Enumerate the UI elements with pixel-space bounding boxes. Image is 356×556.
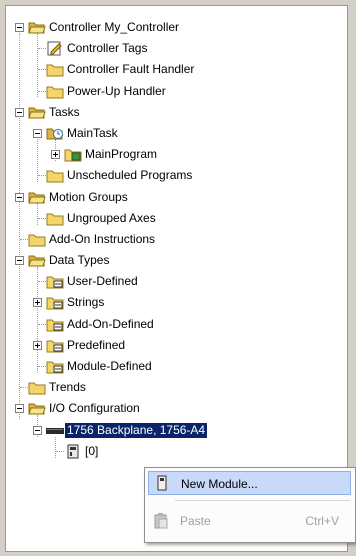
collapse-toggle[interactable] (15, 23, 24, 32)
tree-item-label: Power-Up Handler (67, 83, 166, 98)
paste-label: Paste (180, 514, 211, 528)
tree-item-label: Add-On Instructions (49, 231, 156, 246)
new-module-label: New Module... (181, 477, 258, 491)
paste-shortcut: Ctrl+V (305, 514, 339, 528)
tree-item-controller[interactable]: Controller My_Controller (6, 17, 347, 38)
data-type-folder-icon (46, 317, 64, 332)
tree-item-label: Trends (49, 380, 86, 395)
data-type-folder-icon (46, 359, 64, 374)
tree-item-unscheduled-programs[interactable]: Unscheduled Programs (6, 165, 347, 186)
folder-icon (46, 62, 64, 77)
tree-item-label: [0] (85, 443, 99, 458)
tree-item-label: Strings (67, 295, 105, 310)
tree-item-main-program[interactable]: MainProgram (6, 144, 347, 165)
tree-item-power-up-handler[interactable]: Power-Up Handler (6, 81, 347, 102)
tree-item-user-defined[interactable]: User-Defined (6, 271, 347, 292)
tree-item-label: Controller Tags (67, 41, 148, 56)
tree-item-add-on-defined[interactable]: Add-On-Defined (6, 314, 347, 335)
collapse-toggle[interactable] (15, 107, 24, 117)
collapse-toggle[interactable] (15, 192, 24, 202)
tree-item-io-configuration[interactable]: I/O Configuration (6, 398, 347, 419)
tree-item-label: User-Defined (67, 274, 138, 289)
data-type-folder-icon (46, 295, 64, 310)
tree-item-add-on-instructions[interactable]: Add-On Instructions (6, 229, 347, 250)
folder-icon (46, 211, 64, 226)
data-type-folder-icon (46, 274, 64, 289)
tags-edit-icon (46, 41, 64, 56)
tree-item-label: Predefined (67, 337, 126, 352)
folder-icon (46, 84, 64, 99)
backplane-icon (46, 423, 64, 438)
tree-item-trends[interactable]: Trends (6, 377, 347, 398)
tree-item-label: I/O Configuration (49, 401, 140, 416)
folder-icon (28, 380, 46, 395)
tree-item-ungrouped-axes[interactable]: Ungrouped Axes (6, 208, 347, 229)
data-type-folder-icon (46, 338, 64, 353)
collapse-toggle[interactable] (15, 256, 24, 266)
folder-icon (28, 232, 46, 247)
tree-item-label: Add-On-Defined (67, 316, 154, 331)
tree-item-label: Ungrouped Axes (67, 210, 156, 225)
expand-toggle[interactable] (33, 298, 42, 308)
project-tree: Controller My_Controller Controller Tags… (6, 17, 347, 462)
folder-icon (46, 168, 64, 183)
task-icon (46, 126, 64, 141)
expand-toggle[interactable] (51, 150, 60, 160)
program-icon (64, 147, 82, 162)
tree-item-slot-0[interactable]: [0] (6, 441, 347, 462)
menu-separator (175, 500, 350, 501)
tree-item-label: Data Types (49, 253, 110, 268)
tree-item-label: Controller Fault Handler (67, 62, 195, 77)
tree-item-strings[interactable]: Strings (6, 292, 347, 313)
folder-open-icon (28, 401, 46, 416)
paste-icon (154, 513, 168, 529)
tree-item-module-defined[interactable]: Module-Defined (6, 356, 347, 377)
tree-item-data-types[interactable]: Data Types (6, 250, 347, 271)
tree-item-label: Motion Groups (49, 189, 128, 204)
folder-open-icon (28, 253, 46, 268)
controller-module-icon (64, 444, 82, 459)
new-module-menu-item[interactable]: New Module... (148, 471, 351, 495)
tree-item-motion-groups[interactable]: Motion Groups (6, 187, 347, 208)
context-menu: New Module... Paste Ctrl+V (144, 467, 356, 543)
collapse-toggle[interactable] (33, 128, 42, 138)
tree-item-controller-fault-handler[interactable]: Controller Fault Handler (6, 59, 347, 80)
tree-item-label: 1756 Backplane, 1756-A4 (65, 422, 208, 438)
collapse-toggle[interactable] (15, 404, 24, 414)
tree-item-backplane[interactable]: 1756 Backplane, 1756-A4 (6, 420, 347, 441)
paste-menu-item[interactable]: Paste Ctrl+V (148, 509, 351, 533)
tree-item-label: Unscheduled Programs (67, 168, 193, 183)
folder-open-icon (28, 20, 46, 35)
tree-item-tasks[interactable]: Tasks (6, 102, 347, 123)
tree-item-label: Module-Defined (67, 359, 152, 373)
tree-item-controller-tags[interactable]: Controller Tags (6, 38, 347, 59)
tree-item-label: Controller My_Controller (49, 20, 180, 34)
module-icon (155, 475, 169, 491)
collapse-toggle[interactable] (33, 425, 42, 435)
tree-item-label: MainProgram (85, 147, 158, 162)
tree-item-predefined[interactable]: Predefined (6, 335, 347, 356)
tree-item-label: Tasks (49, 104, 80, 119)
expand-toggle[interactable] (33, 340, 42, 350)
tree-item-main-task[interactable]: MainTask (6, 123, 347, 144)
folder-open-icon (28, 190, 46, 205)
tree-item-label: MainTask (67, 125, 118, 140)
folder-open-icon (28, 105, 46, 120)
